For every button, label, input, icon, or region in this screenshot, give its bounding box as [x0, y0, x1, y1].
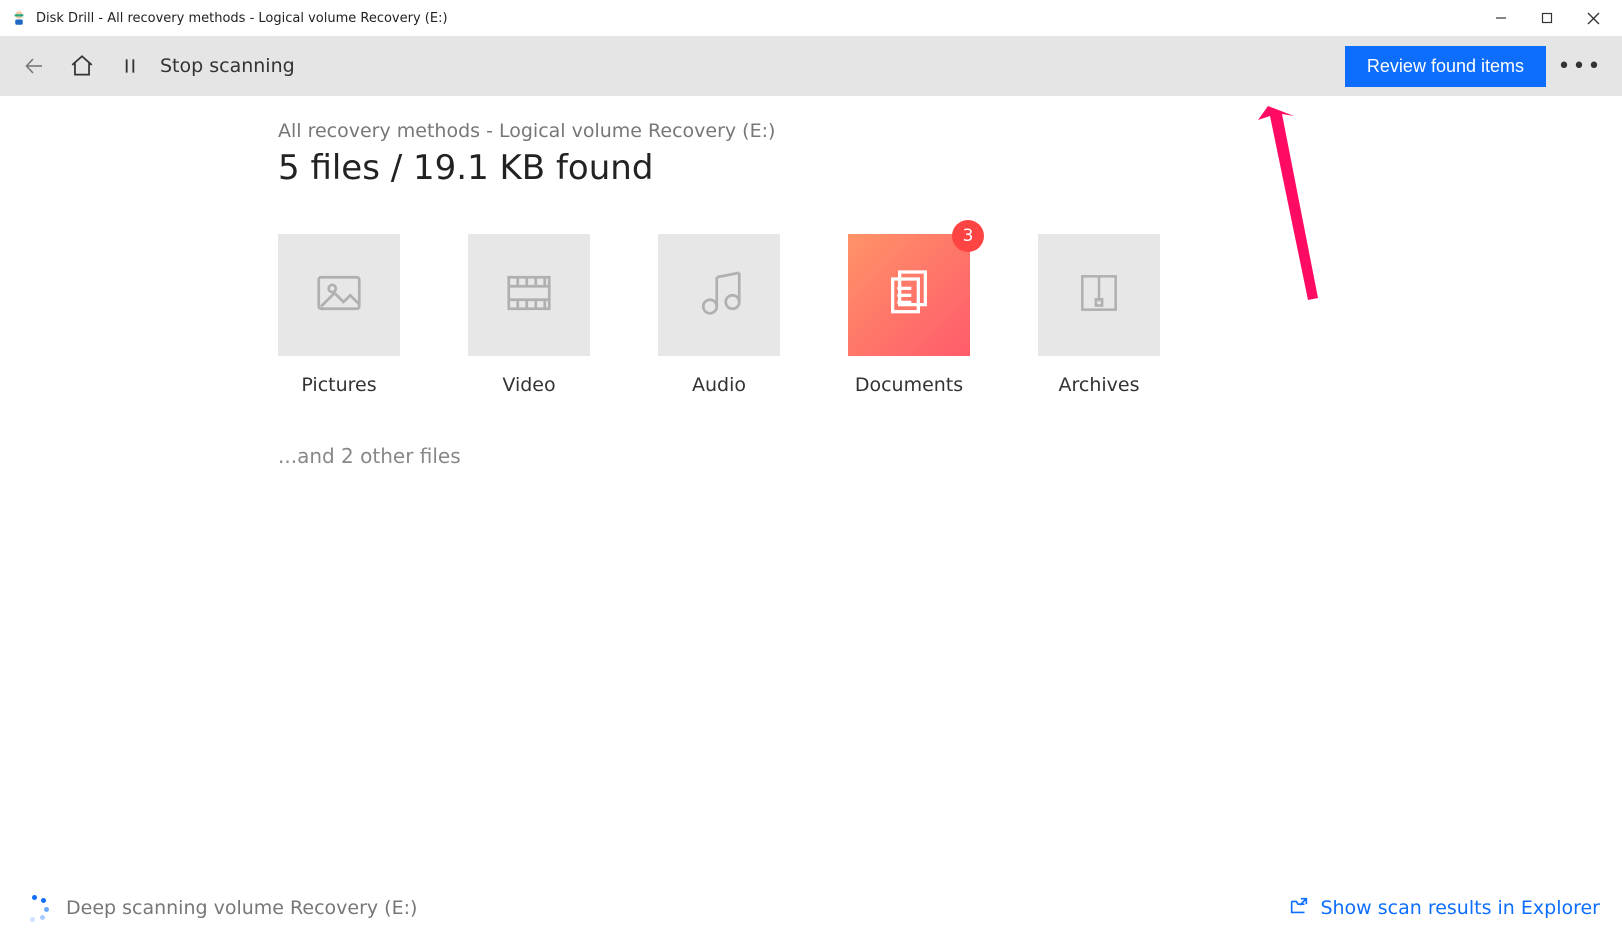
main-content: All recovery methods - Logical volume Re…	[0, 96, 1622, 468]
count-badge: 3	[952, 220, 984, 252]
breadcrumb: All recovery methods - Logical volume Re…	[278, 120, 1622, 142]
home-button[interactable]	[58, 42, 106, 90]
tile-label: Pictures	[301, 374, 376, 396]
tile-video[interactable]: Video	[468, 234, 590, 396]
explorer-link-label: Show scan results in Explorer	[1320, 897, 1600, 919]
tile-label: Audio	[692, 374, 746, 396]
statusbar: Deep scanning volume Recovery (E:) Show …	[0, 877, 1622, 939]
open-external-icon	[1288, 895, 1310, 922]
scan-summary: 5 files / 19.1 KB found	[278, 148, 1622, 188]
minimize-button[interactable]	[1478, 3, 1524, 33]
tile-documents[interactable]: 3 Documents	[848, 234, 970, 396]
video-icon	[502, 266, 556, 324]
picture-icon	[312, 266, 366, 324]
tile-label: Archives	[1059, 374, 1140, 396]
tile-archives[interactable]: Archives	[1038, 234, 1160, 396]
other-files-text: ...and 2 other files	[278, 444, 1622, 468]
archive-icon	[1074, 268, 1124, 322]
titlebar: Disk Drill - All recovery methods - Logi…	[0, 0, 1622, 36]
pause-button[interactable]	[106, 42, 154, 90]
maximize-button[interactable]	[1524, 3, 1570, 33]
tile-label: Video	[502, 374, 555, 396]
tile-label: Documents	[855, 374, 963, 396]
category-tiles: Pictures Video	[278, 234, 1622, 396]
close-button[interactable]	[1570, 3, 1616, 33]
status-text: Deep scanning volume Recovery (E:)	[66, 897, 1288, 919]
toolbar: Stop scanning Review found items •••	[0, 36, 1622, 96]
document-icon	[881, 265, 937, 325]
app-icon	[10, 9, 28, 27]
more-menu-button[interactable]: •••	[1556, 42, 1604, 90]
review-found-items-button[interactable]: Review found items	[1345, 46, 1546, 87]
back-button[interactable]	[10, 42, 58, 90]
audio-icon	[692, 266, 746, 324]
tile-pictures[interactable]: Pictures	[278, 234, 400, 396]
spinner-icon	[22, 895, 48, 921]
show-in-explorer-link[interactable]: Show scan results in Explorer	[1288, 895, 1600, 922]
tile-audio[interactable]: Audio	[658, 234, 780, 396]
window-title: Disk Drill - All recovery methods - Logi…	[36, 11, 1478, 26]
stop-scanning-button[interactable]: Stop scanning	[160, 55, 295, 77]
